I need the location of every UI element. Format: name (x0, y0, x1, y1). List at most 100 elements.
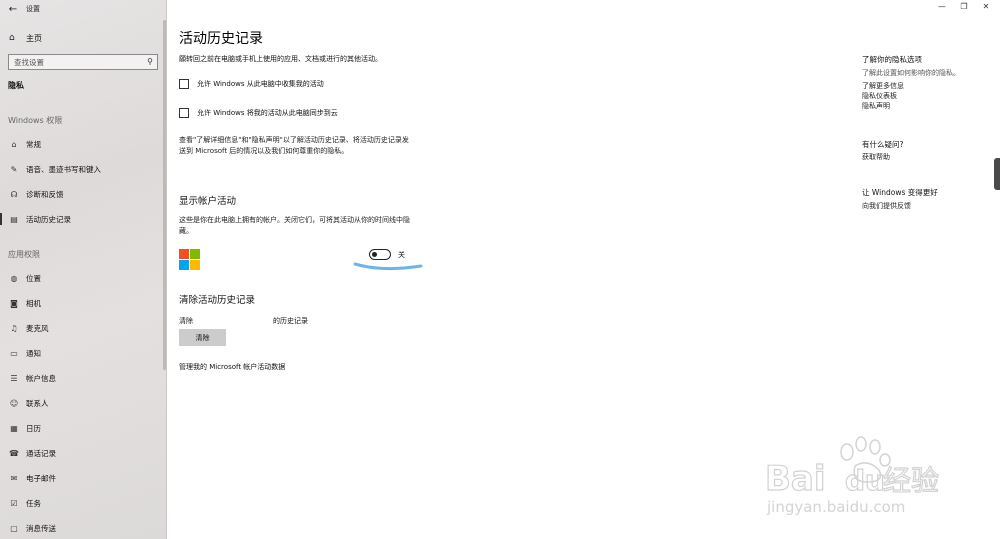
sidebar-item-general[interactable]: ⌂ 常规 (0, 135, 167, 153)
minimize-icon[interactable]: — (934, 2, 950, 11)
sidebar-item-email[interactable]: ✉ 电子邮件 (0, 469, 167, 487)
group-title-windows-permissions: Windows 权限 (8, 116, 63, 125)
clear-suffix-text: 的历史记录 (273, 317, 308, 325)
checkbox-sync-box[interactable] (179, 108, 189, 118)
toggle-knob (372, 251, 377, 257)
learn-more-link[interactable]: 了解更多信息 (862, 81, 904, 91)
call-history-icon: ☎ (9, 448, 19, 458)
sidebar-item-label: 电子邮件 (26, 473, 56, 483)
sidebar-item-speech-inking[interactable]: ✎ 语音、墨迹书写和键入 (0, 160, 167, 178)
sidebar-item-label: 相机 (26, 298, 41, 308)
calendar-icon: ▦ (10, 423, 18, 433)
sidebar: ← 设置 ⌂ 主页 ⚲ 隐私 Windows 权限 ⌂ 常规 ✎ 语音、墨迹书写… (0, 0, 167, 539)
camera-icon: ◙ (10, 298, 18, 308)
logo-blue-square (179, 260, 189, 270)
privacy-dashboard-link[interactable]: 隐私仪表板 (862, 91, 897, 101)
sidebar-item-call-history[interactable]: ☎ 通话记录 (0, 444, 167, 462)
title-bar: ← 设置 (0, 0, 167, 18)
manage-account-link[interactable]: 管理我的 Microsoft 帐户活动数据 (179, 362, 285, 372)
sidebar-item-label: 通知 (26, 348, 41, 358)
logo-green-square (190, 249, 200, 259)
privacy-desc-link[interactable]: 了解此设置如何影响你的隐私。 (862, 68, 960, 78)
contacts-icon: ☺ (9, 398, 19, 408)
search-icon[interactable]: ⚲ (147, 57, 153, 66)
watermark-url: jingyan.baidu.com (766, 498, 905, 516)
clear-heading: 清除活动历史记录 (179, 295, 256, 306)
annotation-underline (353, 262, 423, 271)
sidebar-item-camera[interactable]: ◙ 相机 (0, 294, 167, 312)
accounts-heading: 显示帐户活动 (179, 196, 237, 207)
main-content: 活动历史记录 願转回之前在电脑或手机上使用的应用、文档或进行的其他活动。 允许 … (179, 0, 819, 539)
baidu-watermark: Bai du 经验 jingyan.baidu.com (764, 436, 940, 516)
checkbox-collect-box[interactable] (179, 79, 189, 89)
app-title: 设置 (26, 5, 40, 13)
watermark-cn: 经验 (883, 464, 939, 497)
sidebar-item-messaging[interactable]: ▢ 消息传送 (0, 519, 167, 537)
sidebar-item-label: 任务 (26, 498, 41, 508)
sidebar-item-activity-history[interactable]: ▤ 活动历史记录 (0, 210, 167, 228)
sidebar-item-label: 通话记录 (26, 448, 56, 458)
sidebar-item-label: 帐户信息 (26, 373, 56, 383)
question-heading: 有什么疑问? (862, 140, 904, 149)
sidebar-item-label: 诊断和反馈 (26, 189, 64, 199)
sidebar-item-notifications[interactable]: ▭ 通知 (0, 344, 167, 362)
close-icon[interactable]: ✕ (978, 2, 994, 11)
watermark-brand2: du (845, 464, 885, 497)
speech-ink-icon: ✎ (10, 164, 18, 174)
privacy-statement-link[interactable]: 隐私声明 (862, 101, 890, 111)
search-input[interactable] (14, 57, 139, 67)
sidebar-item-diagnostics[interactable]: ☊ 诊断和反馈 (0, 185, 167, 203)
sidebar-item-label: 日历 (26, 423, 41, 433)
checkbox-collect-activity[interactable]: 允许 Windows 从此电脑中收集我的活动 (179, 79, 324, 89)
sidebar-item-label: 主页 (26, 33, 42, 43)
clear-prefix-text: 清除 (179, 317, 193, 325)
page-description: 願转回之前在电脑或手机上使用的应用、文档或进行的其他活动。 (179, 55, 382, 63)
sidebar-item-label: 麦克风 (26, 323, 49, 333)
sidebar-item-label: 语音、墨迹书写和键入 (26, 164, 101, 174)
sidebar-item-home[interactable]: ⌂ 主页 (0, 28, 167, 48)
sidebar-item-label: 消息传送 (26, 523, 56, 533)
sidebar-item-label: 联系人 (26, 398, 49, 408)
checkbox-collect-label[interactable]: 允许 Windows 从此电脑中收集我的活动 (197, 79, 324, 89)
group-title-app-permissions: 应用权限 (8, 250, 40, 259)
edge-handle[interactable] (994, 158, 1000, 190)
email-icon: ✉ (10, 473, 18, 483)
sidebar-scrollbar[interactable] (163, 20, 166, 370)
current-section-title: 隐私 (8, 81, 24, 90)
sidebar-item-location[interactable]: ◍ 位置 (0, 269, 167, 287)
home-icon: ⌂ (9, 33, 15, 43)
give-feedback-link[interactable]: 向我们提供反馈 (862, 201, 911, 211)
sidebar-item-calendar[interactable]: ▦ 日历 (0, 419, 167, 437)
improve-windows-heading: 让 Windows 变得更好 (862, 188, 938, 197)
messaging-icon: ▢ (10, 523, 18, 533)
sidebar-item-contacts[interactable]: ☺ 联系人 (0, 394, 167, 412)
sidebar-item-account-info[interactable]: ☰ 帐户信息 (0, 369, 167, 387)
checkbox-sync-activity[interactable]: 允许 Windows 将我的活动从此电脑同步到云 (179, 108, 338, 118)
restore-icon[interactable]: ❐ (956, 2, 972, 11)
microphone-icon: ♫ (10, 323, 18, 333)
sidebar-item-label: 常规 (26, 139, 41, 149)
info-paragraph: 查看"了解详细信息"和"隐私声明"以了解活动历史记录、将活动历史记录发送到 Mi… (179, 136, 409, 155)
page-title: 活动历史记录 (179, 31, 263, 47)
logo-yellow-square (190, 260, 200, 270)
checkbox-sync-label[interactable]: 允许 Windows 将我的活动从此电脑同步到云 (197, 108, 338, 118)
get-help-link[interactable]: 获取帮助 (862, 152, 890, 162)
sidebar-item-label: 活动历史记录 (26, 214, 71, 224)
logo-red-square (179, 249, 189, 259)
account-info-icon: ☰ (10, 373, 18, 383)
tasks-icon: ☑ (10, 498, 18, 508)
sidebar-item-microphone[interactable]: ♫ 麦克风 (0, 319, 167, 337)
location-icon: ◍ (10, 273, 18, 283)
clear-button[interactable]: 清除 (179, 329, 226, 346)
accounts-paragraph: 这些是你在此电脑上拥有的帐户。关闭它们，可将其活动从你的时间线中隐藏。 (179, 216, 410, 235)
microsoft-logo-icon (179, 249, 200, 270)
search-box[interactable]: ⚲ (8, 54, 158, 70)
lock-icon: ⌂ (11, 139, 17, 149)
feedback-icon: ☊ (10, 189, 18, 199)
watermark-brand: Bai (765, 459, 826, 499)
back-arrow-icon[interactable]: ← (0, 0, 26, 18)
sidebar-item-tasks[interactable]: ☑ 任务 (0, 494, 167, 512)
privacy-options-heading: 了解你的隐私选项 (862, 55, 922, 64)
sidebar-item-label: 位置 (26, 273, 41, 283)
notification-icon: ▭ (10, 348, 18, 358)
